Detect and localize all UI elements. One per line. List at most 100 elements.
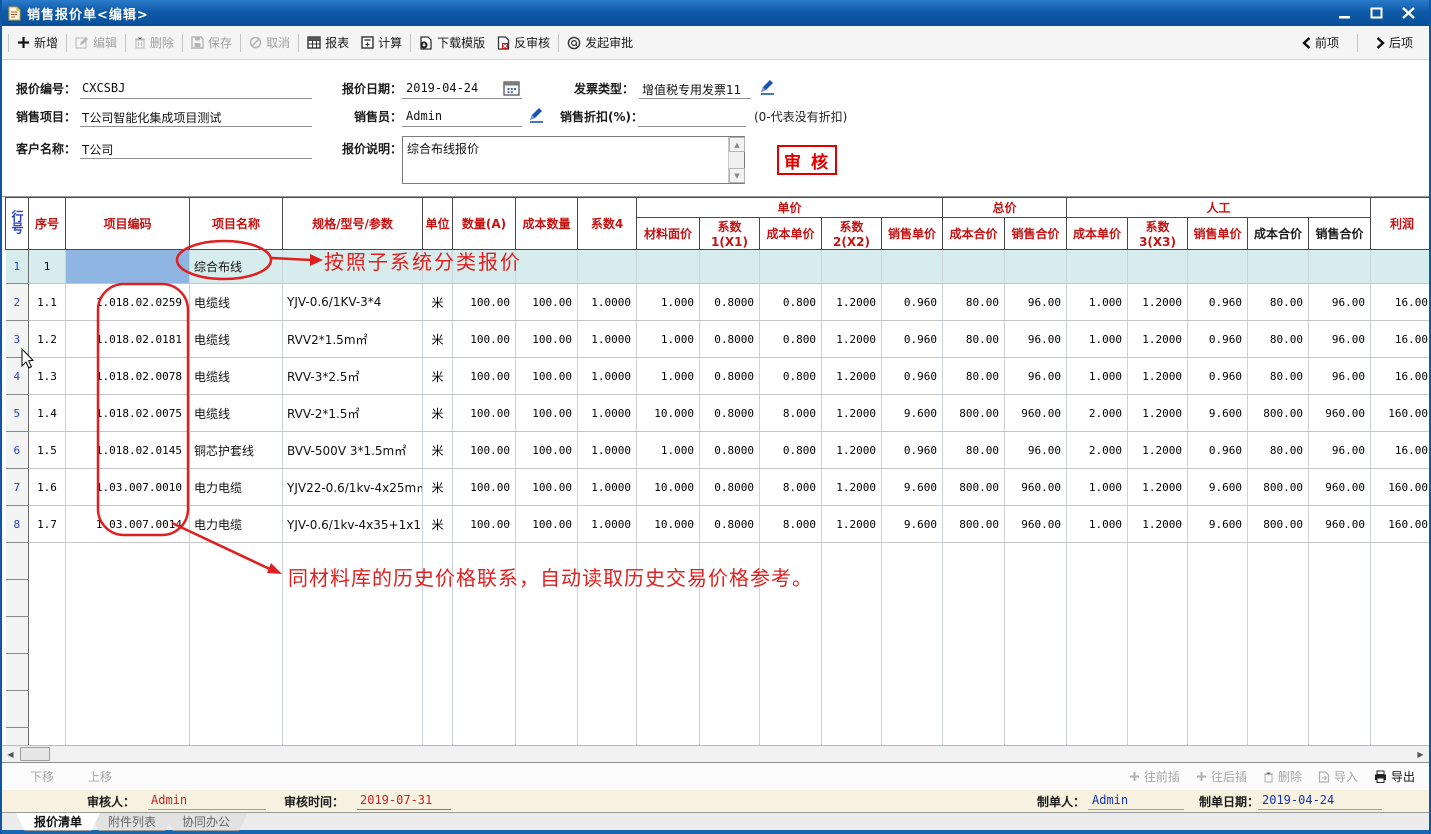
cell-value[interactable]: 10.000 — [637, 395, 700, 432]
cell-value[interactable]: 80.00 — [943, 358, 1005, 395]
cell-value[interactable]: 100.00 — [453, 284, 516, 321]
tab-1[interactable]: 报价清单 — [16, 813, 100, 831]
cell-value[interactable]: 100.00 — [516, 284, 578, 321]
move-up-button[interactable]: 上移 — [88, 768, 112, 785]
start-approval-button[interactable]: 发起审批 — [561, 31, 639, 55]
cell-name[interactable]: 综合布线 — [190, 250, 283, 284]
sales-project-field[interactable]: T公司智能化集成项目测试 — [82, 109, 221, 126]
customer-field[interactable]: T公司 — [82, 141, 113, 158]
cell-spec[interactable]: RVV-2*1.5㎡ — [283, 395, 423, 432]
cell-code[interactable]: 1.018.02.0078 — [66, 358, 190, 395]
cell-value[interactable]: 0.960 — [882, 321, 943, 358]
cell-value[interactable]: 0.8000 — [700, 358, 760, 395]
cell-name[interactable]: 铜芯护套线 — [190, 432, 283, 469]
cell-value[interactable]: 1.2000 — [822, 506, 882, 543]
cell-value[interactable]: 80.00 — [1248, 358, 1309, 395]
cell-value[interactable]: 0.960 — [1188, 284, 1248, 321]
row-number[interactable]: 8 — [6, 506, 29, 543]
cell-value[interactable]: 10.000 — [637, 469, 700, 506]
cell-value[interactable]: 10.000 — [637, 506, 700, 543]
cell-code[interactable]: 1.018.02.0259 — [66, 284, 190, 321]
cell-spec[interactable]: RVV-3*2.5㎡ — [283, 358, 423, 395]
cell-value[interactable]: 80.00 — [943, 432, 1005, 469]
memo-textarea[interactable]: 综合布线报价 ▲ ▼ — [402, 136, 745, 184]
cell-value[interactable] — [1309, 250, 1371, 284]
cell-code[interactable]: 1.018.02.0181 — [66, 321, 190, 358]
cell-value[interactable]: 1.000 — [637, 432, 700, 469]
cell-value[interactable]: 960.00 — [1309, 469, 1371, 506]
cell-code[interactable]: 1.018.02.0075 — [66, 395, 190, 432]
cell-value[interactable]: 100.00 — [453, 321, 516, 358]
report-button[interactable]: 报表 — [301, 31, 355, 55]
cell-value[interactable]: 0.800 — [760, 321, 822, 358]
cell-value[interactable]: 1.2000 — [1128, 284, 1188, 321]
scroll-down-icon[interactable]: ▼ — [729, 168, 745, 183]
cell-seq[interactable]: 1.4 — [29, 395, 66, 432]
cell-name[interactable]: 电力电缆 — [190, 469, 283, 506]
cancel-button[interactable]: 取消 — [243, 31, 296, 55]
cell-value[interactable]: 0.800 — [760, 358, 822, 395]
cell-value[interactable] — [700, 250, 760, 284]
cell-value[interactable]: 8.000 — [760, 506, 822, 543]
cell-value[interactable] — [760, 250, 822, 284]
quote-no-field[interactable]: CXCSBJ — [82, 81, 125, 95]
cell-value[interactable]: 9.600 — [882, 469, 943, 506]
cell-value[interactable]: 1.2000 — [1128, 469, 1188, 506]
quote-date-field[interactable]: 2019-04-24 — [406, 81, 478, 95]
minimize-button[interactable] — [1333, 4, 1355, 22]
cell-value[interactable]: 0.8000 — [700, 395, 760, 432]
next-item-button[interactable]: 后项 — [1370, 31, 1419, 55]
pen-icon[interactable] — [528, 106, 545, 123]
cell-value[interactable]: 1.000 — [1067, 321, 1128, 358]
cell-value[interactable]: 960.00 — [1005, 469, 1067, 506]
cell-value[interactable] — [1188, 250, 1248, 284]
cell-value[interactable]: 1.2000 — [1128, 358, 1188, 395]
save-button[interactable]: 保存 — [185, 31, 238, 55]
cell-value[interactable]: 9.600 — [1188, 506, 1248, 543]
cell-value[interactable]: 80.00 — [943, 321, 1005, 358]
row-number[interactable]: 3 — [6, 321, 29, 358]
scroll-right-icon[interactable]: ▶ — [1412, 746, 1429, 762]
cell-value[interactable]: 100.00 — [516, 432, 578, 469]
cell-value[interactable]: 160.00 — [1371, 469, 1429, 506]
table-row[interactable]: 71.61.03.007.0010电力电缆YJV22-0.6/1kv-4x25m… — [6, 469, 1430, 506]
cell-value[interactable]: 100.00 — [453, 506, 516, 543]
cell-unit[interactable]: 米 — [423, 395, 453, 432]
cell-value[interactable]: 100.00 — [516, 321, 578, 358]
row-number[interactable]: 6 — [6, 432, 29, 469]
cell-value[interactable] — [943, 250, 1005, 284]
row-number[interactable]: 5 — [6, 395, 29, 432]
cell-value[interactable]: 100.00 — [516, 469, 578, 506]
scroll-left-icon[interactable]: ◀ — [2, 746, 19, 762]
cell-value[interactable]: 1.0000 — [578, 432, 637, 469]
cell-code[interactable]: 1.03.007.0010 — [66, 469, 190, 506]
cell-value[interactable]: 160.00 — [1371, 395, 1429, 432]
cell-seq[interactable]: 1.2 — [29, 321, 66, 358]
prev-item-button[interactable]: 前项 — [1296, 31, 1345, 55]
cell-spec[interactable]: RVV2*1.5m㎡ — [283, 321, 423, 358]
cell-value[interactable]: 1.000 — [1067, 469, 1128, 506]
cell-unit[interactable]: 米 — [423, 284, 453, 321]
cell-value[interactable]: 1.0000 — [578, 469, 637, 506]
row-number[interactable]: 4 — [6, 358, 29, 395]
table-row[interactable]: 41.31.018.02.0078电缆线RVV-3*2.5㎡米100.00100… — [6, 358, 1430, 395]
cell-value[interactable]: 9.600 — [882, 506, 943, 543]
table-row[interactable]: 31.21.018.02.0181电缆线RVV2*1.5m㎡米100.00100… — [6, 321, 1430, 358]
cell-value[interactable]: 160.00 — [1371, 506, 1429, 543]
cell-unit[interactable]: 米 — [423, 506, 453, 543]
cell-value[interactable]: 96.00 — [1005, 432, 1067, 469]
cell-value[interactable]: 96.00 — [1005, 321, 1067, 358]
cell-value[interactable]: 0.8000 — [700, 469, 760, 506]
cell-value[interactable]: 96.00 — [1005, 284, 1067, 321]
cell-value[interactable]: 0.8000 — [700, 321, 760, 358]
cell-value[interactable]: 96.00 — [1309, 358, 1371, 395]
insert-before-button[interactable]: 往前插 — [1129, 768, 1180, 785]
scrollbar-thumb[interactable] — [20, 747, 50, 761]
cell-value[interactable]: 100.00 — [516, 506, 578, 543]
cell-value[interactable]: 1.2000 — [1128, 432, 1188, 469]
cell-value[interactable]: 100.00 — [453, 395, 516, 432]
cell-seq[interactable]: 1.5 — [29, 432, 66, 469]
invoice-type-field[interactable]: 增值税专用发票11 — [642, 81, 741, 98]
cell-value[interactable] — [1067, 250, 1128, 284]
cell-seq[interactable]: 1.6 — [29, 469, 66, 506]
